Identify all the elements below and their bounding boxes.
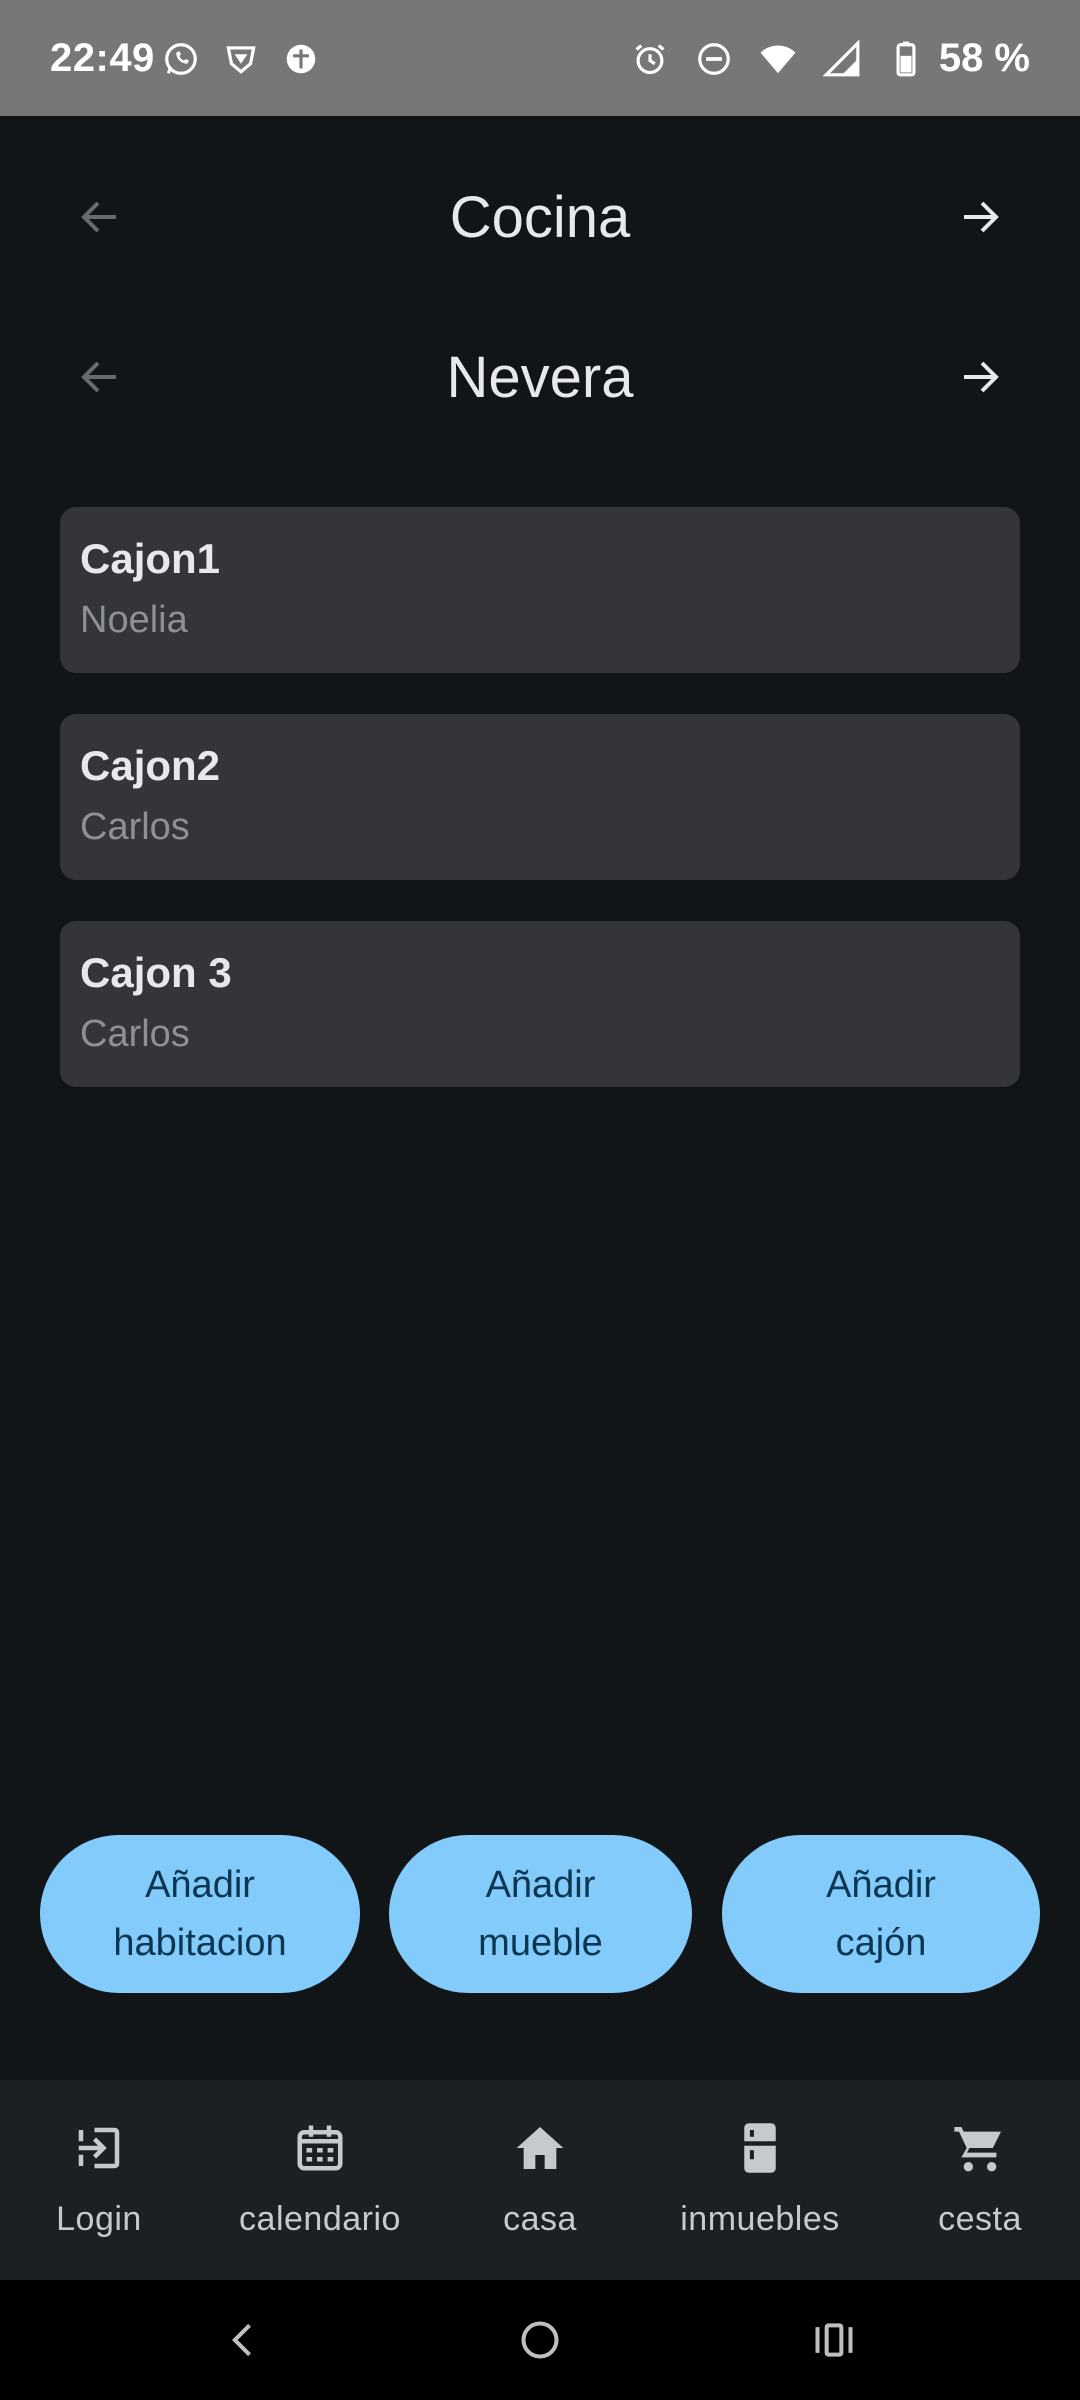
- whatsapp-icon: [165, 43, 197, 75]
- battery-icon: [896, 41, 916, 77]
- nav-label: inmuebles: [680, 2200, 840, 2238]
- drawer-owner: Carlos: [80, 1013, 190, 1055]
- add-furniture-button[interactable]: Añadir mueble: [389, 1835, 692, 1993]
- system-recents-button[interactable]: [804, 2310, 864, 2370]
- nav-item-casa[interactable]: casa: [440, 2080, 640, 2280]
- add-room-label-line1: Añadir: [145, 1864, 255, 1906]
- drawer-owner: Noelia: [80, 599, 188, 641]
- room-title: Cocina: [449, 185, 631, 250]
- system-home-button[interactable]: [510, 2310, 570, 2370]
- arrow-right-icon: [964, 361, 999, 393]
- circle-home-icon: [521, 2321, 559, 2359]
- cart-icon: [954, 2127, 1001, 2172]
- add-drawer-button[interactable]: Añadir cajón: [722, 1835, 1040, 1993]
- drawer-card[interactable]: Cajon 3 Carlos: [60, 921, 1020, 1087]
- room-selector: Cocina: [0, 162, 1080, 272]
- chevron-left-icon: [231, 2323, 251, 2357]
- furniture-title: Nevera: [446, 345, 634, 410]
- nav-item-cesta[interactable]: cesta: [890, 2080, 1070, 2280]
- login-icon: [78, 2127, 120, 2169]
- brave-icon: [226, 46, 256, 74]
- next-furniture-button[interactable]: [952, 349, 1008, 405]
- add-room-button[interactable]: Añadir habitacion: [40, 1835, 360, 1993]
- calendar-icon: [297, 2125, 343, 2171]
- add-drawer-label-line2: cajón: [835, 1922, 927, 1964]
- nav-label: cesta: [938, 2200, 1022, 2238]
- furniture-selector: Nevera: [0, 322, 1080, 432]
- system-navigation-bar: [0, 2280, 1080, 2400]
- nav-label: Login: [56, 2200, 142, 2238]
- system-back-button[interactable]: [214, 2310, 274, 2370]
- drawer-card[interactable]: Cajon2 Carlos: [60, 714, 1020, 880]
- alarm-icon: [635, 44, 665, 75]
- battery-percentage: 58 %: [938, 36, 1030, 80]
- app-icon: [286, 44, 316, 74]
- nav-item-login[interactable]: Login: [0, 2080, 198, 2280]
- home-icon: [516, 2127, 564, 2169]
- nav-item-calendario[interactable]: calendario: [215, 2080, 425, 2280]
- add-furniture-label-line2: mueble: [478, 1922, 603, 1964]
- nav-label: casa: [503, 2200, 577, 2238]
- do-not-disturb-icon: [698, 43, 730, 75]
- recents-icon: [815, 2323, 853, 2357]
- drawer-name: Cajon1: [80, 535, 221, 582]
- drawer-owner: Carlos: [80, 806, 190, 848]
- nav-item-inmuebles[interactable]: inmuebles: [650, 2080, 870, 2280]
- wifi-icon: [760, 45, 796, 74]
- bottom-navigation: Login calendario casa inmuebles cesta: [0, 2080, 1080, 2280]
- add-furniture-label-line1: Añadir: [485, 1864, 596, 1906]
- drawer-card[interactable]: Cajon1 Noelia: [60, 507, 1020, 673]
- fridge-icon: [744, 2123, 776, 2173]
- next-room-button[interactable]: [952, 189, 1008, 245]
- drawer-name: Cajon2: [80, 742, 221, 789]
- status-bar: 22:49 58 %: [0, 0, 1080, 116]
- add-room-label-line2: habitacion: [113, 1922, 287, 1964]
- signal-icon: [823, 40, 860, 77]
- arrow-right-icon: [964, 201, 999, 233]
- status-time: 22:49: [50, 36, 155, 80]
- nav-label: calendario: [239, 2200, 401, 2238]
- drawer-name: Cajon 3: [80, 949, 232, 996]
- add-drawer-label-line1: Añadir: [826, 1864, 936, 1906]
